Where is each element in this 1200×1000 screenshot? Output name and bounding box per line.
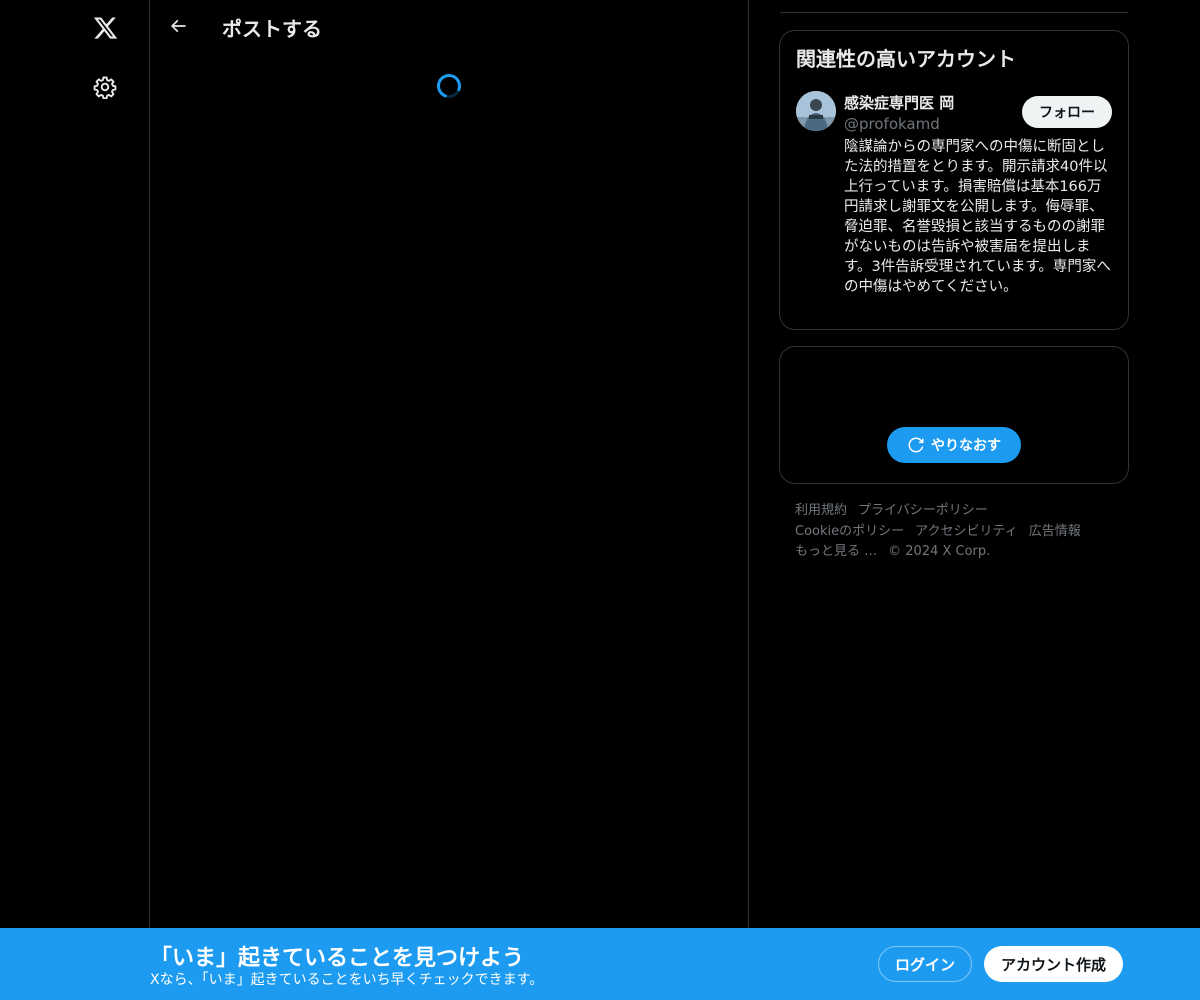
- copyright: © 2024 X Corp.: [888, 544, 991, 559]
- privacy-link[interactable]: プライバシーポリシー: [858, 503, 988, 518]
- accessibility-link[interactable]: アクセシビリティ: [915, 524, 1018, 539]
- page-title: ポストする: [222, 17, 322, 41]
- account-handle: @profokamd: [844, 115, 940, 133]
- account-name: 感染症専門医 岡: [844, 94, 955, 112]
- terms-link[interactable]: 利用規約: [795, 503, 847, 518]
- left-navigation: [0, 0, 150, 1000]
- x-logo-svg: [93, 17, 117, 39]
- gear-icon[interactable]: [79, 61, 131, 113]
- spinner-svg: [437, 74, 461, 98]
- footer-links: 利用規約 プライバシーポリシー Cookieのポリシー アクセシビリティ 広告情報 も…: [795, 501, 1115, 563]
- trends-error-card: やりなおす: [779, 346, 1129, 484]
- footer-row-1: 利用規約 プライバシーポリシー: [795, 501, 1115, 522]
- account-cell[interactable]: 感染症専門医 岡 @profokamd 陰謀論からの専門家への中傷に断固とした法…: [780, 87, 1128, 323]
- main-header: ポストする: [150, 0, 749, 53]
- main-column: ポストする: [150, 0, 749, 1000]
- more-link[interactable]: もっと見る …: [795, 544, 877, 559]
- login-button[interactable]: ログイン: [878, 946, 972, 982]
- related-accounts-card: 関連性の高いアカウント 感染症専門医 岡 @profokamd 陰謀論からの専門…: [779, 30, 1129, 330]
- gear-svg: [93, 76, 117, 99]
- sidebar-divider: [780, 12, 1128, 13]
- back-button[interactable]: [160, 8, 196, 44]
- cookie-link[interactable]: Cookieのポリシー: [795, 524, 904, 539]
- footer-row-3: もっと見る … © 2024 X Corp.: [795, 542, 1115, 563]
- signup-button[interactable]: アカウント作成: [984, 946, 1123, 982]
- signup-banner: 「いま」起きていることを見つけよう Xなら、「いま」起きていることをいち早くチェ…: [0, 928, 1200, 1000]
- spinner-icon: [436, 73, 462, 99]
- x-logo-icon[interactable]: [79, 2, 131, 54]
- banner-title: 「いま」起きていることを見つけよう: [150, 946, 525, 971]
- related-accounts-title: 関連性の高いアカウント: [796, 47, 1016, 71]
- retry-button[interactable]: やりなおす: [887, 427, 1021, 463]
- retry-label: やりなおす: [931, 438, 1001, 454]
- avatar-image: [796, 91, 836, 131]
- ads-link[interactable]: 広告情報: [1029, 524, 1081, 539]
- refresh-icon: [908, 437, 924, 453]
- banner-subtitle: Xなら、「いま」起きていることをいち早くチェックできます。: [150, 972, 544, 988]
- follow-button[interactable]: フォロー: [1022, 96, 1112, 128]
- avatar[interactable]: [796, 91, 836, 131]
- footer-row-2: Cookieのポリシー アクセシビリティ 広告情報: [795, 522, 1115, 543]
- account-bio: 陰謀論からの専門家への中傷に断固とした法的措置をとります。開示請求40件以上行っ…: [844, 139, 1111, 295]
- arrow-left-icon: [170, 19, 186, 33]
